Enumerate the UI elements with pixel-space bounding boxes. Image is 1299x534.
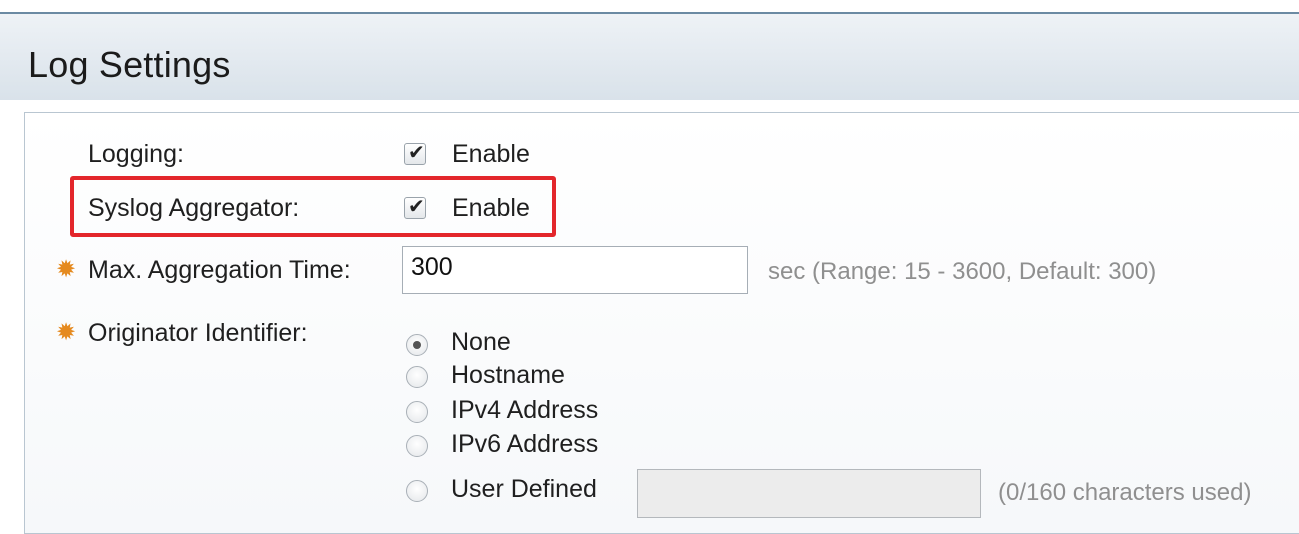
radio-hostname-label[interactable]: Hostname (451, 361, 565, 390)
radio-hostname[interactable] (406, 366, 428, 388)
max-aggregation-time-hint: sec (Range: 15 - 3600, Default: 300) (768, 258, 1157, 285)
page-title: Log Settings (28, 44, 231, 85)
page-header: Log Settings (0, 12, 1299, 100)
user-defined-char-count: (0/160 characters used) (998, 479, 1252, 506)
highlight-annotation (70, 176, 556, 237)
radio-user-defined[interactable] (406, 480, 428, 502)
logging-label: Logging: (88, 140, 184, 168)
required-sun-icon: ✹ (55, 256, 77, 283)
radio-none-label[interactable]: None (451, 328, 511, 357)
logging-enable-label[interactable]: Enable (452, 140, 530, 169)
radio-ipv4-address-label[interactable]: IPv4 Address (451, 396, 598, 425)
radio-ipv6-address[interactable] (406, 435, 428, 457)
user-defined-input[interactable] (637, 469, 981, 518)
checkmark-icon: ✔ (408, 142, 425, 164)
required-sun-icon: ✹ (55, 319, 77, 346)
radio-ipv4-address[interactable] (406, 401, 428, 423)
logging-enable-checkbox[interactable]: ✔ (404, 142, 426, 165)
max-aggregation-time-input[interactable]: 300 (402, 246, 748, 294)
radio-none[interactable] (406, 334, 428, 356)
radio-user-defined-label[interactable]: User Defined (451, 475, 597, 504)
radio-selected-dot (413, 341, 421, 349)
originator-identifier-label: Originator Identifier: (88, 319, 308, 347)
radio-ipv6-address-label[interactable]: IPv6 Address (451, 430, 598, 459)
max-aggregation-time-label: Max. Aggregation Time: (88, 256, 351, 284)
